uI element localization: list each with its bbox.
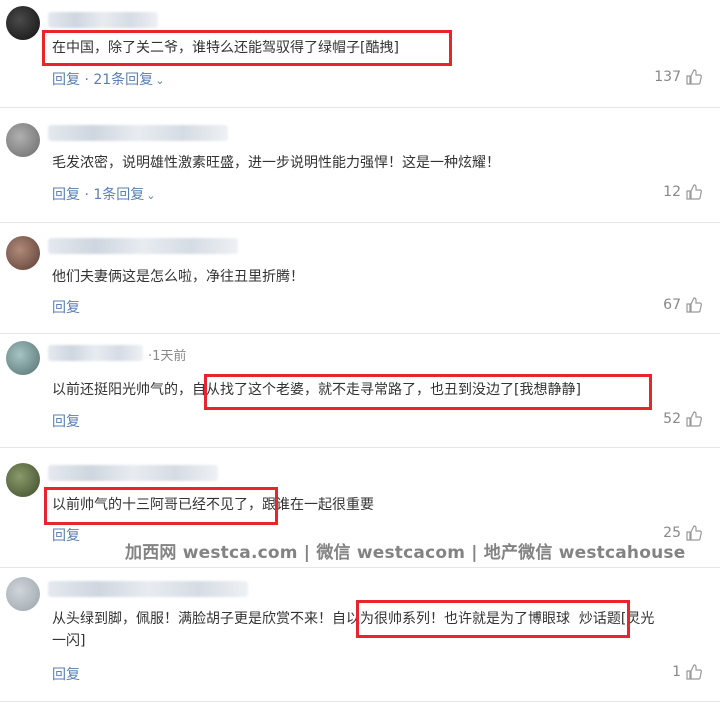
comment-text: 他们夫妻俩这是怎么啦，净往丑里折腾！	[52, 269, 304, 285]
post-time: ·1天前	[148, 349, 187, 364]
comment-actions: 回复	[52, 411, 80, 431]
like-count: 67	[663, 297, 681, 313]
comment-text: 毛发浓密，说明雄性激素旺盛，进一步说明性能力强悍！这是一种炫耀！	[52, 155, 500, 171]
like-button[interactable]: 67	[663, 297, 702, 313]
avatar[interactable]	[6, 236, 40, 270]
chevron-down-icon: ⌄	[155, 74, 165, 87]
username-blurred	[48, 581, 248, 597]
avatar[interactable]	[6, 6, 40, 40]
reply-button[interactable]: 回复	[52, 300, 80, 316]
highlight-box	[356, 600, 630, 638]
highlight-box	[44, 487, 278, 525]
like-count: 1	[672, 664, 681, 680]
thumbs-up-icon	[686, 184, 702, 200]
avatar[interactable]	[6, 463, 40, 497]
view-replies-button[interactable]: 1条回复 ⌄	[93, 187, 155, 203]
comment-6: 从头绿到脚，佩服！满脸胡子更是欣赏不来！自以为很帅系列！也许就是为了博眼球 炒话…	[0, 567, 720, 702]
comment-actions: 回复 · 1条回复 ⌄	[52, 187, 156, 203]
reply-button[interactable]: 回复	[52, 667, 80, 683]
thumbs-up-icon	[686, 664, 702, 680]
like-count: 52	[663, 411, 681, 427]
comment-1: 在中国，除了关二爷，谁特么还能驾驭得了绿帽子[酷拽] 回复 · 21条回复 ⌄ 1…	[0, 0, 720, 108]
avatar[interactable]	[6, 123, 40, 157]
thumbs-up-icon	[686, 525, 702, 541]
view-replies-button[interactable]: 21条回复 ⌄	[93, 72, 164, 88]
comment-actions: 回复	[52, 297, 80, 317]
reply-button[interactable]: 回复	[52, 72, 80, 88]
comment-4: ·1天前 以前还挺阳光帅气的，自从找了这个老婆，就不走寻常路了，也丑到没边了[我…	[0, 333, 720, 448]
like-button[interactable]: 12	[663, 184, 702, 200]
comment-2: 毛发浓密，说明雄性激素旺盛，进一步说明性能力强悍！这是一种炫耀！ 回复 · 1条…	[0, 107, 720, 223]
username-blurred	[48, 12, 158, 28]
username-blurred	[48, 465, 218, 481]
username-blurred	[48, 345, 143, 361]
chevron-down-icon: ⌄	[146, 189, 156, 202]
comment-3: 他们夫妻俩这是怎么啦，净往丑里折腾！ 回复 67	[0, 222, 720, 334]
like-button[interactable]: 1	[672, 664, 702, 680]
reply-button[interactable]: 回复	[52, 187, 80, 203]
highlight-box	[204, 374, 652, 410]
thumbs-up-icon	[686, 411, 702, 427]
watermark: 加西网 westca.com | 微信 westcacom | 地产微信 wes…	[125, 543, 686, 563]
like-button[interactable]: 52	[663, 411, 702, 427]
thumbs-up-icon	[686, 69, 702, 85]
username-blurred	[48, 125, 228, 141]
like-count: 137	[654, 69, 681, 85]
comment-actions: 回复	[52, 525, 80, 545]
like-button[interactable]: 137	[654, 69, 702, 85]
thumbs-up-icon	[686, 297, 702, 313]
username-blurred	[48, 238, 238, 254]
avatar[interactable]	[6, 577, 40, 611]
comment-actions: 回复	[52, 664, 80, 684]
avatar[interactable]	[6, 341, 40, 375]
reply-button[interactable]: 回复	[52, 528, 80, 544]
highlight-box	[42, 30, 452, 66]
reply-button[interactable]: 回复	[52, 414, 80, 430]
like-count: 12	[663, 184, 681, 200]
comment-actions: 回复 · 21条回复 ⌄	[52, 72, 165, 88]
